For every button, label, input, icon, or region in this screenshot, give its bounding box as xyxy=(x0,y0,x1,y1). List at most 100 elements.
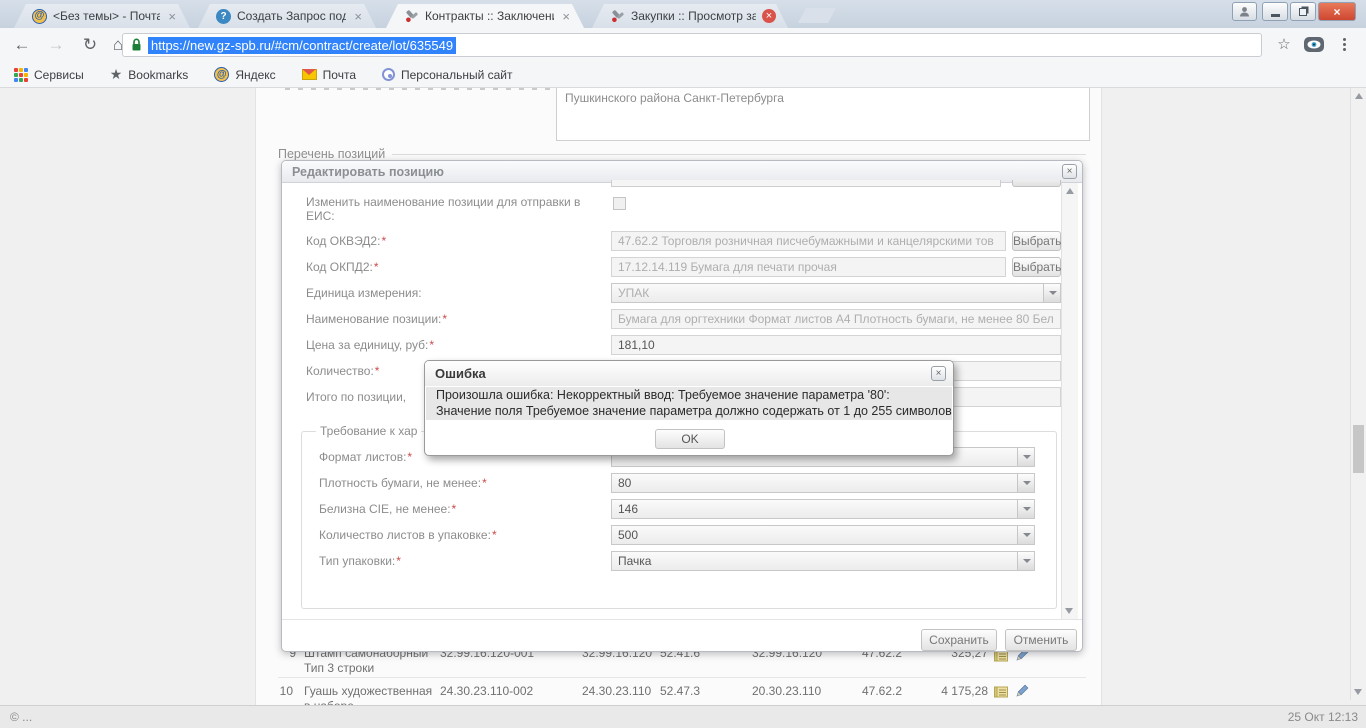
okved-label: Код ОКВЭД2:* xyxy=(306,234,387,248)
okpd-label: Код ОКПД2:* xyxy=(306,260,379,274)
format-label: Формат листов:* xyxy=(319,450,413,464)
okpd-input[interactable]: 17.12.14.119 Бумага для печати прочая xyxy=(611,257,1006,277)
tab-purchases[interactable]: Закупки :: Просмотр зак × xyxy=(592,4,788,28)
modal-scrollbar[interactable] xyxy=(1061,183,1078,619)
tab-title: Закупки :: Просмотр зак xyxy=(631,9,756,23)
scroll-up-icon[interactable] xyxy=(1066,188,1074,194)
tab-close-icon[interactable]: × xyxy=(166,10,178,23)
total-label: Итого по позиции, xyxy=(306,390,407,404)
bookmark-yandex[interactable]: @ Яндекс xyxy=(214,67,276,82)
cell-name-line2: Тип 3 строки xyxy=(304,661,375,675)
scrollbar-thumb[interactable] xyxy=(1353,425,1364,473)
row-separator xyxy=(278,677,1086,678)
tab-support-request[interactable]: ? Создать Запрос поддер × xyxy=(198,4,376,28)
density-select[interactable]: 80 xyxy=(611,473,1035,493)
apps-grid-icon xyxy=(14,67,28,82)
browser-menu-button[interactable] xyxy=(1343,38,1346,51)
price-input[interactable]: 181,10 xyxy=(611,335,1061,355)
minimize-button[interactable] xyxy=(1262,2,1288,21)
positions-fieldset-legend: Перечень позиций xyxy=(278,147,386,161)
scroll-up-icon[interactable] xyxy=(1354,93,1363,99)
quantity-label: Количество:* xyxy=(306,364,380,378)
tab-close-icon[interactable]: × xyxy=(762,9,776,23)
address-textarea[interactable]: Пушкинского района Санкт-Петербурга xyxy=(556,88,1090,141)
okved-choose-button[interactable]: Выбрать xyxy=(1012,231,1061,251)
address-bar[interactable]: https://new.gz-spb.ru/#cm/contract/creat… xyxy=(122,33,1262,57)
characteristics-icon[interactable] xyxy=(993,684,1009,703)
error-message: Произошла ошибка: Некорректный ввод: Тре… xyxy=(426,387,952,420)
bookmark-label: Персональный сайт xyxy=(401,67,513,82)
tab-mail[interactable]: @ <Без темы> - Почта Ма × xyxy=(14,4,190,28)
bookmark-bookmarks[interactable]: ★ Bookmarks xyxy=(110,66,189,83)
modal-footer-divider xyxy=(282,619,1082,620)
tab-title: <Без темы> - Почта Ма xyxy=(53,9,161,23)
extension-eye-icon[interactable] xyxy=(1303,35,1325,57)
position-name-input[interactable]: Бумага для оргтехники Формат листов А4 П… xyxy=(611,309,1061,329)
error-dialog-header[interactable]: Ошибка × xyxy=(425,361,953,386)
close-window-button[interactable]: × xyxy=(1318,2,1356,21)
okved-input[interactable]: 47.62.2 Торговля розничная писчебумажным… xyxy=(611,231,1006,251)
scroll-down-icon[interactable] xyxy=(1354,689,1362,695)
error-dialog-title: Ошибка xyxy=(435,366,486,381)
whiteness-label: Белизна CIE, не менее:* xyxy=(319,502,457,516)
cell-name: Гуашь художественная xyxy=(304,684,433,698)
new-tab-button[interactable] xyxy=(798,8,836,23)
tab-title: Контракты :: Заключени xyxy=(425,9,555,23)
characteristics-legend: Требование к хар xyxy=(316,424,422,438)
tab-close-icon[interactable]: × xyxy=(560,10,572,23)
save-button[interactable]: Сохранить xyxy=(921,629,997,651)
scroll-down-icon[interactable] xyxy=(1065,608,1073,614)
envelope-icon xyxy=(301,69,317,80)
status-clock: 25 Окт 12:13 xyxy=(1287,710,1358,724)
error-dialog-close-icon[interactable]: × xyxy=(931,366,946,381)
cancel-button[interactable]: Отменить xyxy=(1005,629,1077,651)
okpd-choose-button[interactable]: Выбрать xyxy=(1012,257,1061,277)
back-button[interactable]: ← xyxy=(10,33,34,57)
chevron-down-icon[interactable] xyxy=(1017,552,1034,570)
bookmark-label: Яндекс xyxy=(235,67,276,82)
bookmark-services[interactable]: Сервисы xyxy=(14,67,84,82)
cell-code: 20.30.23.110 xyxy=(752,684,822,698)
tab-contracts-active[interactable]: Контракты :: Заключени × xyxy=(386,4,584,28)
modal-close-icon[interactable]: × xyxy=(1062,164,1077,179)
minimize-icon xyxy=(1270,14,1280,17)
whiteness-select[interactable]: 146 xyxy=(611,499,1035,519)
bookmark-personal-site[interactable]: Персональный сайт xyxy=(382,68,513,82)
chevron-down-icon[interactable] xyxy=(1017,448,1034,466)
row-number: 10 xyxy=(279,684,293,698)
unit-select[interactable]: УПАК xyxy=(611,283,1061,303)
status-left: © ... xyxy=(10,710,33,724)
clipped-input xyxy=(611,180,1001,187)
edit-pencil-icon[interactable] xyxy=(1014,684,1029,702)
lock-icon xyxy=(132,38,141,51)
sheets-per-pack-select[interactable]: 500 xyxy=(611,525,1035,545)
chevron-down-icon[interactable] xyxy=(1043,284,1060,302)
eis-checkbox[interactable] xyxy=(613,197,626,210)
bookmark-label: Почта xyxy=(322,67,356,82)
url-text[interactable]: https://new.gz-spb.ru/#cm/contract/creat… xyxy=(148,36,457,54)
help-icon: ? xyxy=(216,9,231,24)
chevron-down-icon[interactable] xyxy=(1017,474,1034,492)
unit-label: Единица измерения: xyxy=(306,286,422,300)
pack-type-select[interactable]: Пачка xyxy=(611,551,1035,571)
close-icon: × xyxy=(1333,4,1341,19)
ok-button[interactable]: OK xyxy=(655,429,725,449)
tab-close-icon[interactable]: × xyxy=(352,10,364,23)
tab-title: Создать Запрос поддер xyxy=(237,9,347,23)
bookmark-star-button[interactable]: ☆ xyxy=(1272,33,1296,57)
chevron-down-icon[interactable] xyxy=(1017,526,1034,544)
reload-button[interactable]: ↻ xyxy=(78,33,102,57)
profile-button[interactable] xyxy=(1232,2,1257,21)
restore-button[interactable] xyxy=(1290,2,1316,21)
cell-price: 4 175,28 xyxy=(941,684,988,698)
mailru-icon: @ xyxy=(214,67,230,82)
forward-button[interactable]: → xyxy=(44,33,68,57)
gavel-icon xyxy=(610,9,625,24)
bookmark-label: Сервисы xyxy=(34,67,84,82)
mailru-icon: @ xyxy=(32,9,47,24)
chevron-down-icon[interactable] xyxy=(1017,500,1034,518)
fieldset-border xyxy=(392,154,1086,155)
bookmark-mail[interactable]: Почта xyxy=(301,67,356,82)
page-scrollbar[interactable] xyxy=(1350,88,1366,700)
browser-tab-bar: @ <Без темы> - Почта Ма × ? Создать Запр… xyxy=(0,0,1366,28)
